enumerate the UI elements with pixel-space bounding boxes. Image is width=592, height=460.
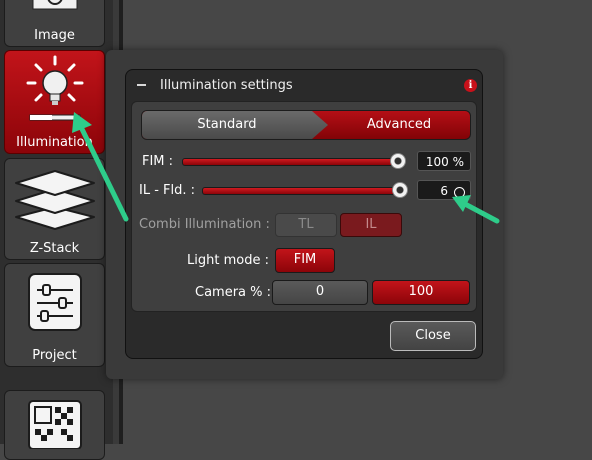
camera-100-button[interactable]: 100 <box>372 280 470 305</box>
tl-button[interactable]: TL <box>275 213 337 237</box>
sliders-icon <box>28 273 82 331</box>
tab-standard[interactable]: Standard <box>142 111 328 139</box>
sidebar-item-project[interactable]: Project <box>4 263 105 367</box>
light-mode-fim-button[interactable]: FIM <box>275 248 335 273</box>
sidebar-item-label: Z-Stack <box>29 241 80 256</box>
lamp-icon <box>26 55 84 121</box>
sidebar-item-grid[interactable] <box>4 390 105 460</box>
fim-slider-track[interactable] <box>182 158 400 166</box>
dialog-header: Illumination settings i <box>126 70 482 100</box>
mode-tabs: Standard Advanced <box>141 110 471 140</box>
sidebar-item-illumination[interactable]: Illumination <box>4 50 105 154</box>
sidebar-item-label: Image <box>34 28 75 43</box>
sidebar-item-label: Illumination <box>16 135 93 150</box>
illumination-settings-dialog: Illumination settings i Standard Advance… <box>125 69 483 359</box>
light-mode-label: Light mode : <box>187 253 269 268</box>
dialog-title: Illumination settings <box>160 78 293 93</box>
camera-label: Camera % : <box>195 285 272 300</box>
left-toolbar: Image Illumination Z-Stack Project <box>0 0 113 460</box>
camera-0-button[interactable]: 0 <box>272 280 368 305</box>
close-button[interactable]: Close <box>390 321 476 351</box>
il-fld-label: IL - Fld. : <box>139 183 196 198</box>
sidebar-item-label: Project <box>32 348 77 363</box>
il-fld-slider-track[interactable] <box>202 187 402 195</box>
collapse-icon[interactable] <box>137 84 146 86</box>
dialog-body: Standard Advanced FIM : 100 % IL - Fld. … <box>131 101 477 312</box>
grid-icon <box>28 400 82 449</box>
info-icon[interactable]: i <box>464 79 477 92</box>
combi-illumination-label: Combi Illumination : <box>139 217 270 232</box>
il-fld-slider-handle[interactable] <box>392 182 408 198</box>
tab-advanced[interactable]: Advanced <box>328 111 470 139</box>
image-icon <box>32 0 78 10</box>
layers-icon <box>15 170 95 230</box>
fim-value-field[interactable]: 100 % <box>417 151 471 171</box>
sidebar-item-z-stack[interactable]: Z-Stack <box>4 158 105 260</box>
il-button[interactable]: IL <box>340 213 402 237</box>
sidebar-item-image[interactable]: Image <box>4 0 105 47</box>
cursor-circle-icon <box>454 187 465 198</box>
fim-label: FIM : <box>142 154 174 169</box>
fim-slider-handle[interactable] <box>390 153 406 169</box>
